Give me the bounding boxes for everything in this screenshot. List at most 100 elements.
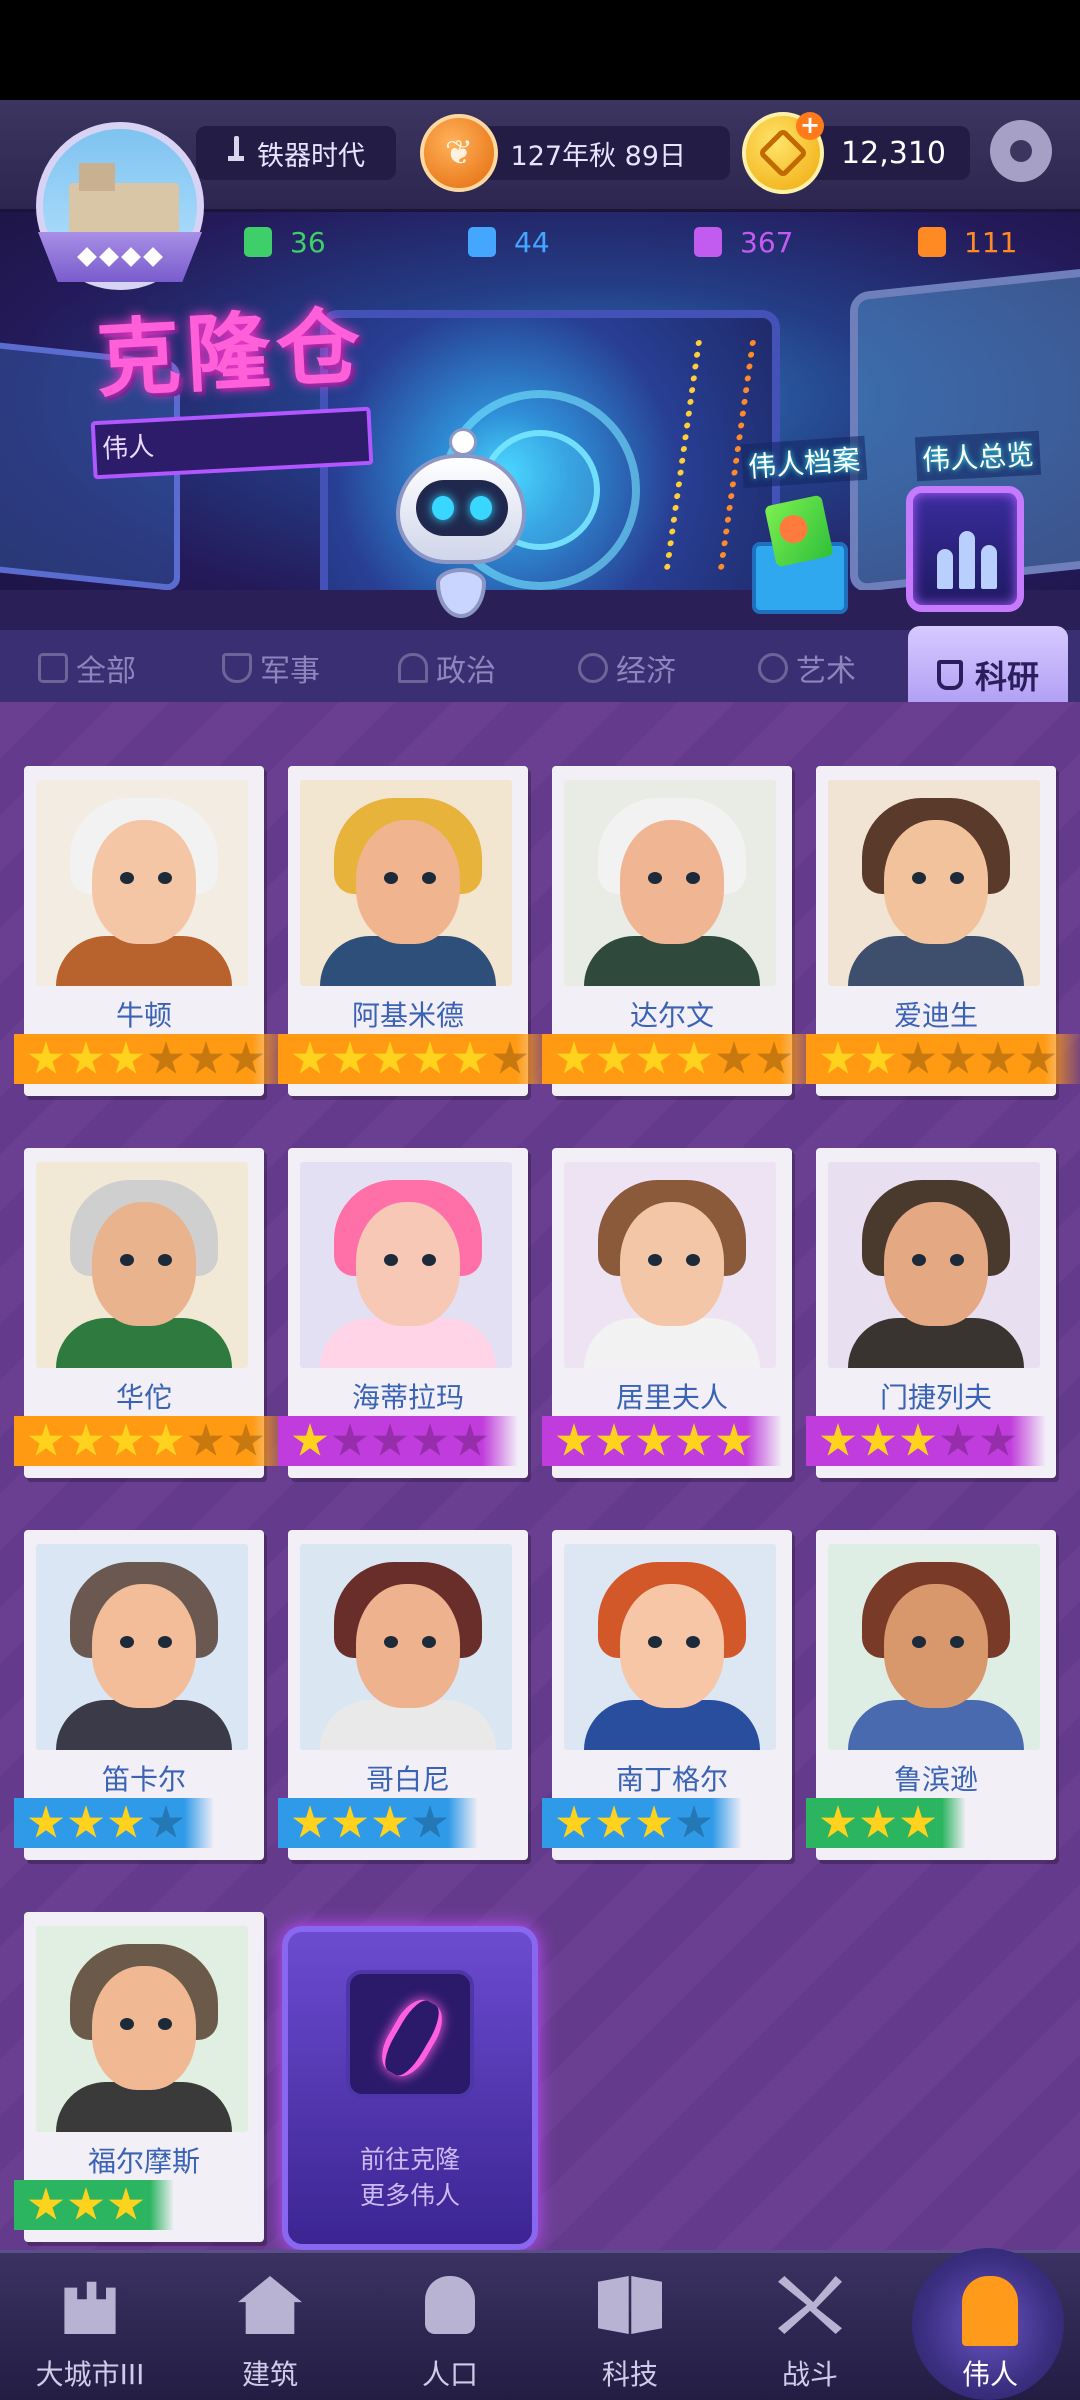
star-filled-icon bbox=[332, 1041, 368, 1074]
tab-politics[interactable]: 政治 bbox=[398, 648, 496, 689]
nav-population-label: 人口 bbox=[421, 2358, 478, 2391]
person-icon bbox=[425, 2276, 475, 2334]
person-name: 达尔文 bbox=[629, 999, 714, 1032]
star-filled-icon bbox=[28, 1423, 64, 1456]
tab-research-label: 科研 bbox=[974, 658, 1039, 696]
star-filled-icon bbox=[636, 1423, 672, 1456]
star-filled-icon bbox=[108, 1041, 144, 1074]
tab-military[interactable]: 军事 bbox=[222, 648, 320, 689]
era-indicator[interactable]: 铁器时代 bbox=[196, 126, 396, 180]
add-gold-icon[interactable]: + bbox=[796, 112, 824, 140]
star-empty-icon bbox=[148, 1041, 184, 1074]
star-empty-icon bbox=[188, 1041, 224, 1074]
tab-art-label: 艺术 bbox=[796, 654, 856, 689]
nav-technology[interactable]: 科技 bbox=[540, 2270, 720, 2395]
star-filled-icon bbox=[148, 1423, 184, 1456]
nav-battle[interactable]: 战斗 bbox=[720, 2270, 900, 2395]
star-rating bbox=[806, 1034, 1080, 1084]
tab-all-label: 全部 bbox=[76, 654, 136, 689]
star-empty-icon bbox=[228, 1041, 264, 1074]
star-empty-icon bbox=[412, 1423, 448, 1456]
tab-economy[interactable]: 经济 bbox=[578, 648, 676, 689]
tab-art[interactable]: 艺术 bbox=[758, 648, 856, 689]
settings-gear-icon[interactable] bbox=[990, 120, 1052, 182]
great-person-card[interactable]: 阿基米德 bbox=[278, 766, 558, 1096]
star-filled-icon bbox=[372, 1805, 408, 1838]
nav-technology-label: 科技 bbox=[601, 2358, 658, 2391]
star-rating bbox=[278, 1416, 518, 1466]
great-people-overview-label[interactable]: 伟人总览 bbox=[914, 430, 1042, 482]
overview-frame-icon[interactable] bbox=[906, 486, 1024, 612]
archive-box-icon[interactable] bbox=[752, 490, 848, 620]
star-filled-icon bbox=[556, 1423, 592, 1456]
star-filled-icon bbox=[860, 1805, 896, 1838]
robot-assistant-icon[interactable] bbox=[396, 454, 526, 564]
portrait bbox=[300, 780, 512, 986]
portrait bbox=[36, 1544, 248, 1750]
great-person-card[interactable]: 福尔摩斯 bbox=[14, 1912, 264, 2242]
star-empty-icon bbox=[716, 1041, 752, 1074]
great-person-card[interactable]: 爱迪生 bbox=[806, 766, 1080, 1096]
star-filled-icon bbox=[900, 1805, 936, 1838]
tab-politics-label: 政治 bbox=[436, 654, 496, 689]
nav-city[interactable]: 大城市III bbox=[0, 2270, 180, 2395]
star-filled-icon bbox=[68, 2187, 104, 2220]
nav-buildings[interactable]: 建筑 bbox=[180, 2270, 360, 2395]
nav-buildings-label: 建筑 bbox=[241, 2358, 298, 2391]
great-person-card[interactable]: 鲁滨逊 bbox=[806, 1530, 1056, 1860]
nav-population[interactable]: 人口 bbox=[360, 2270, 540, 2395]
star-filled-icon bbox=[596, 1805, 632, 1838]
status-bar bbox=[0, 0, 1080, 100]
resource-blue-value: 44 bbox=[514, 225, 550, 259]
season-leaf-icon[interactable]: ❦ bbox=[420, 114, 498, 192]
great-person-card[interactable]: 海蒂拉玛 bbox=[278, 1148, 528, 1478]
statue-icon bbox=[962, 2276, 1018, 2346]
tab-economy-label: 经济 bbox=[616, 654, 676, 689]
star-rating bbox=[542, 1798, 742, 1848]
person-name: 福尔摩斯 bbox=[87, 2145, 200, 2178]
star-empty-icon bbox=[492, 1041, 528, 1074]
great-person-card[interactable]: 南丁格尔 bbox=[542, 1530, 792, 1860]
great-person-card[interactable]: 哥白尼 bbox=[278, 1530, 528, 1860]
dna-icon bbox=[372, 1992, 452, 2084]
great-person-card[interactable]: 居里夫人 bbox=[542, 1148, 792, 1478]
portrait bbox=[828, 1162, 1040, 1368]
sword-icon bbox=[227, 136, 245, 170]
great-person-card[interactable]: 华佗 bbox=[14, 1148, 294, 1478]
star-empty-icon bbox=[940, 1041, 976, 1074]
star-empty-icon bbox=[940, 1423, 976, 1456]
purple-crate-icon bbox=[694, 227, 722, 257]
star-empty-icon bbox=[332, 1423, 368, 1456]
palette-icon bbox=[758, 653, 788, 683]
resource-purple[interactable]: 367 bbox=[694, 220, 793, 264]
star-empty-icon bbox=[1020, 1041, 1056, 1074]
star-filled-icon bbox=[108, 2187, 144, 2220]
great-person-card[interactable]: 笛卡尔 bbox=[14, 1530, 264, 1860]
nav-great-people[interactable]: 伟人 bbox=[900, 2270, 1080, 2395]
green-crate-icon bbox=[244, 227, 272, 257]
coins-icon bbox=[578, 653, 608, 683]
resource-green[interactable]: 36 bbox=[244, 220, 326, 264]
resource-blue[interactable]: 44 bbox=[468, 220, 550, 264]
resource-orange[interactable]: 111 bbox=[918, 220, 1017, 264]
gold-coin-icon[interactable]: + bbox=[742, 112, 824, 194]
great-people-archive-label[interactable]: 伟人档案 bbox=[740, 435, 868, 489]
clone-more-card[interactable]: 前往克隆 更多伟人 bbox=[282, 1926, 538, 2250]
era-label: 铁器时代 bbox=[257, 140, 365, 172]
great-person-card[interactable]: 达尔文 bbox=[542, 766, 822, 1096]
great-person-card[interactable]: 门捷列夫 bbox=[806, 1148, 1056, 1478]
clone-more-line1: 前往克隆 bbox=[359, 2145, 460, 2174]
clone-more-text: 前往克隆 更多伟人 bbox=[288, 2142, 532, 2214]
capitol-icon bbox=[398, 653, 428, 683]
tab-all[interactable]: 全部 bbox=[38, 648, 136, 689]
shield-icon bbox=[222, 653, 252, 683]
date-label: 127年秋 89日 bbox=[510, 140, 686, 172]
blue-crate-icon bbox=[468, 227, 496, 257]
star-filled-icon bbox=[292, 1423, 328, 1456]
star-filled-icon bbox=[372, 1041, 408, 1074]
star-filled-icon bbox=[556, 1041, 592, 1074]
star-filled-icon bbox=[28, 1805, 64, 1838]
star-filled-icon bbox=[820, 1041, 856, 1074]
great-person-card[interactable]: 牛顿 bbox=[14, 766, 294, 1096]
star-empty-icon bbox=[412, 1805, 448, 1838]
